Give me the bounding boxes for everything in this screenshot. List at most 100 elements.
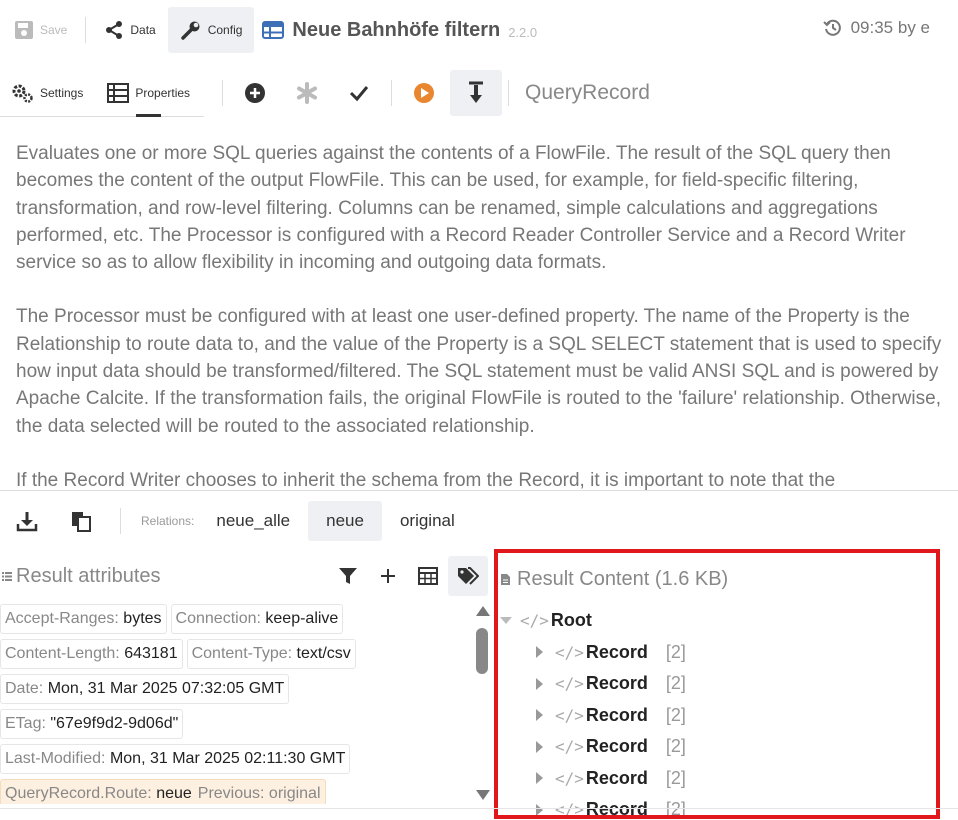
table-view-button[interactable] <box>408 556 448 596</box>
tree-node-count: [2] <box>665 641 686 662</box>
attribute-value: text/csv <box>296 645 351 662</box>
caret-right-icon[interactable] <box>536 740 543 753</box>
scroll-thumb[interactable] <box>476 628 488 674</box>
relation-neue[interactable]: neue <box>308 500 382 541</box>
asterisk-button[interactable] <box>281 70 333 116</box>
attribute-value: bytes <box>123 610 162 627</box>
config-button[interactable]: Config <box>167 7 255 53</box>
attribute-chip[interactable]: Last-Modified: Mon, 31 Mar 2025 02:11:30… <box>0 744 351 774</box>
code-tag-icon: </> <box>555 800 584 819</box>
add-attribute-button[interactable] <box>368 556 408 596</box>
scroll-up-arrow[interactable] <box>476 606 490 616</box>
filter-button[interactable] <box>328 556 368 596</box>
tree-node-count: [2] <box>665 704 686 725</box>
list-icon <box>107 83 130 103</box>
bottom-divider <box>0 808 958 809</box>
attribute-value: "67e9f9d2-9d06d" <box>50 715 179 732</box>
tree-node-record[interactable]: </> Record [2] <box>498 763 936 795</box>
data-button[interactable]: Data <box>92 7 167 53</box>
attribute-chip[interactable]: Date: Mon, 31 Mar 2025 07:32:05 GMT <box>0 674 290 704</box>
tree-node-record[interactable]: </> Record [2] <box>498 668 936 700</box>
flow-version: 2.2.0 <box>508 24 538 40</box>
attributes-title: Result attributes <box>16 564 161 587</box>
plus-circle-icon <box>245 83 265 103</box>
panel-tabs: Settings Properties <box>0 69 204 117</box>
history-info[interactable]: 09:35 by e <box>822 18 930 38</box>
attribute-key: ETag: <box>5 715 46 732</box>
tree-node-count: [2] <box>665 736 686 757</box>
caret-right-icon[interactable] <box>536 646 543 659</box>
toolbar-divider <box>222 80 223 106</box>
attribute-chip[interactable]: Connection: keep-alive <box>170 604 344 634</box>
tree-node-count: [2] <box>665 673 686 694</box>
tree-node-label: Record <box>585 673 648 694</box>
relation-original[interactable]: original <box>382 501 473 541</box>
code-tag-icon: </> <box>555 705 584 725</box>
tab-settings[interactable]: Settings <box>0 69 95 117</box>
relations-label: Relations: <box>141 513 195 528</box>
plus-icon <box>381 569 395 583</box>
table-icon <box>262 21 285 39</box>
tree-node-count: [2] <box>665 767 686 788</box>
tree-node-label: Record <box>585 767 648 788</box>
config-label: Config <box>207 23 243 37</box>
attribute-key: Last-Modified: <box>5 750 106 767</box>
code-tag-icon: </> <box>555 642 584 662</box>
attribute-chip[interactable]: Accept-Ranges: bytes <box>0 604 167 634</box>
attribute-previous: Previous: original <box>197 785 321 802</box>
history-text: 09:35 by e <box>850 18 930 37</box>
tree-node-record[interactable]: </> Record [2] <box>498 731 936 763</box>
download-button[interactable] <box>0 498 54 544</box>
wrench-icon <box>180 21 200 40</box>
attributes-list: Accept-Ranges: bytes Connection: keep-al… <box>0 604 468 804</box>
attribute-key: Accept-Ranges: <box>5 610 119 627</box>
asterisk-icon <box>297 82 317 104</box>
tree-node-record[interactable]: </> Record [2] <box>498 637 936 669</box>
copy-icon <box>72 511 91 532</box>
top-toolbar: Save Data Config Neue Bahnhöfe filtern 2… <box>0 0 958 60</box>
attribute-key: QueryRecord.Route: <box>5 785 152 802</box>
caret-down-icon[interactable] <box>500 617 512 625</box>
tab-indicator <box>136 114 161 117</box>
attributes-scrollbar[interactable] <box>474 604 490 804</box>
add-button[interactable] <box>229 70 281 116</box>
copy-button[interactable] <box>54 498 108 544</box>
attribute-chip[interactable]: Content-Type: text/csv <box>186 639 356 669</box>
scroll-down-arrow[interactable] <box>476 790 490 800</box>
step-button[interactable] <box>450 70 502 116</box>
content-tree: </> Root </> Record [2] </> Record [2] <… <box>498 605 936 819</box>
tree-node-record[interactable]: </> Record [2] <box>498 700 936 732</box>
description-paragraph: If the Record Writer chooses to inherit … <box>16 469 836 490</box>
tab-properties[interactable]: Properties <box>95 69 202 117</box>
caret-right-icon[interactable] <box>536 709 543 722</box>
caret-right-icon[interactable] <box>536 772 543 785</box>
attributes-header: Result attributes <box>0 550 492 602</box>
processor-type: QueryRecord <box>525 81 650 104</box>
attribute-chip[interactable]: ETag: "67e9f9d2-9d06d" <box>0 709 184 739</box>
result-content-panel: Result Content (1.6 KB) </> Root </> Rec… <box>494 549 940 819</box>
route-attribute-chip[interactable]: QueryRecord.Route: neue Previous: origina… <box>0 779 326 804</box>
run-button[interactable] <box>398 70 450 116</box>
caret-right-icon[interactable] <box>536 677 543 690</box>
code-tag-icon: </> <box>520 611 549 631</box>
attribute-value: Mon, 31 Mar 2025 07:32:05 GMT <box>47 680 285 697</box>
result-attributes-panel: Result attributes Accept-Ranges: bytes C… <box>0 550 492 808</box>
attributes-tools <box>328 556 488 596</box>
attribute-key: Content-Length: <box>5 645 120 662</box>
validate-button[interactable] <box>333 70 385 116</box>
tab-properties-label: Properties <box>135 86 191 100</box>
flow-title: Neue Bahnhöfe filtern 2.2.0 <box>262 19 537 42</box>
relations-bar: Relations: neue_alle neue original <box>0 490 958 550</box>
code-tag-icon: </> <box>555 674 584 694</box>
description-paragraph: Evaluates one or more SQL queries agains… <box>16 143 906 274</box>
tree-node-root[interactable]: </> Root <box>498 605 936 637</box>
code-tag-icon: </> <box>555 768 584 788</box>
attribute-chip[interactable]: Content-Length: 643181 <box>0 639 183 669</box>
caret-right-icon[interactable] <box>536 803 543 815</box>
share-icon <box>106 21 123 39</box>
tags-view-button[interactable] <box>448 556 488 596</box>
relation-neue-alle[interactable]: neue_alle <box>198 501 308 541</box>
save-button[interactable]: Save <box>2 7 79 53</box>
tree-node-label: Record <box>585 641 648 662</box>
tree-node-record[interactable]: </> Record [2] <box>498 794 936 819</box>
